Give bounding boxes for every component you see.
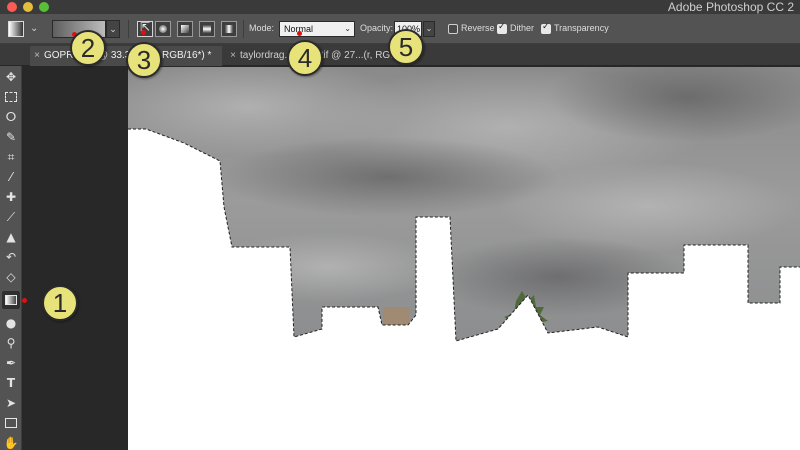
type-icon[interactable]: T [2,374,20,392]
eraser-icon[interactable]: ◇ [2,268,20,286]
tools-panel: ✥ ⵔ ✎ ⌗ ⁄ ✚ ⟋ ▲ ↶ ◇ ● ⚲ ✒ T ➤ ✋ [0,66,22,450]
move-icon[interactable]: ✥ [2,68,20,86]
title-bar: Adobe Photoshop CC 2 [0,0,800,14]
gradient-icon[interactable] [2,291,20,309]
transparency-label: Transparency [554,23,609,33]
pen-icon[interactable]: ✒ [2,354,20,372]
mode-label: Mode: [249,23,275,33]
quick-selection-icon[interactable]: ✎ [2,128,20,146]
crop-icon[interactable]: ⌗ [2,148,20,166]
close-tab-icon[interactable]: × [226,46,240,66]
callout-badge-5: 5 [388,29,424,65]
reflected-gradient-icon[interactable] [199,21,215,37]
path-selection-icon[interactable]: ➤ [2,394,20,412]
close-window-button[interactable] [7,2,17,12]
radial-gradient-icon[interactable] [155,21,171,37]
callout-pointer [141,30,146,35]
mode-select[interactable]: Normal ⌄ [279,21,355,37]
callout-pointer [22,298,27,303]
clone-stamp-icon[interactable]: ▲ [2,228,20,246]
callout-badge-2: 2 [70,30,106,66]
reverse-label: Reverse [461,23,495,33]
healing-brush-icon[interactable]: ✚ [2,188,20,206]
canvas-image [128,67,800,342]
diamond-gradient-icon[interactable] [221,21,237,37]
gradient-picker-dropdown[interactable]: ⌄ [106,20,120,38]
callout-badge-1: 1 [42,285,78,321]
dither-label: Dither [510,23,535,33]
dodge-icon[interactable]: ⚲ [2,334,20,352]
app-title: Adobe Photoshop CC 2 [667,0,794,14]
tool-preset-chevron-icon[interactable]: ⌄ [30,23,38,34]
hand-icon[interactable]: ✋ [2,434,20,450]
zoom-window-button[interactable] [39,2,49,12]
brush-icon[interactable]: ⟋ [2,208,20,226]
separator [128,20,129,38]
eyedropper-icon[interactable]: ⁄ [2,168,20,186]
history-brush-icon[interactable]: ↶ [2,248,20,266]
angle-gradient-icon[interactable] [177,21,193,37]
blur-icon[interactable]: ● [2,314,20,332]
callout-badge-4: 4 [287,40,323,76]
marquee-icon[interactable] [2,88,20,106]
lasso-icon[interactable]: ⵔ [2,108,20,126]
pasteboard [23,67,128,450]
tool-preset-gradient-icon[interactable] [8,21,24,37]
document-tab[interactable]: × taylordrag...depth.tif @ 27...(r, RGB/8… [226,46,486,66]
document-canvas[interactable] [128,67,800,450]
minimize-window-button[interactable] [23,2,33,12]
callout-badge-3: 3 [126,42,162,78]
reverse-checkbox[interactable] [448,24,458,34]
transparency-checkbox[interactable] [541,22,551,34]
chevron-down-icon: ⌄ [344,24,351,33]
rectangle-icon[interactable] [2,414,20,432]
dither-checkbox[interactable] [497,22,507,34]
separator [243,20,244,38]
close-tab-icon[interactable]: × [30,46,44,66]
opacity-dropdown[interactable]: ⌄ [423,21,435,37]
opacity-label: Opacity: [360,23,394,33]
callout-pointer [297,31,302,36]
linear-gradient-icon[interactable]: ⇱ [137,20,153,37]
